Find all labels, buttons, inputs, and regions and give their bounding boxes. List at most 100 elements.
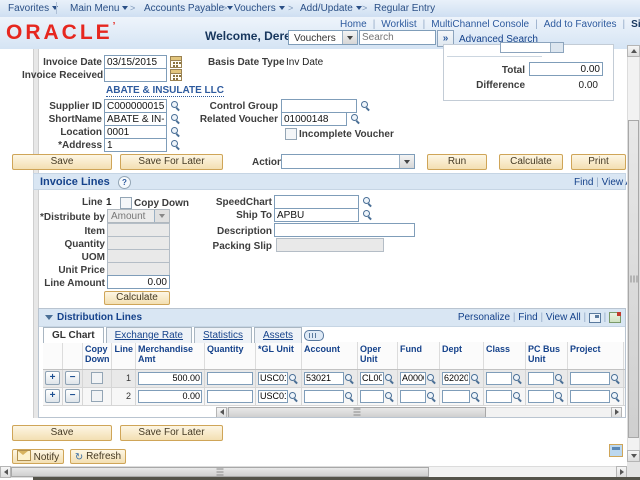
dept-input[interactable] (442, 390, 470, 403)
breadcrumb-vouchers[interactable]: Vouchers (234, 3, 285, 14)
fund-lookup-icon[interactable] (426, 391, 437, 402)
class-lookup-icon[interactable] (512, 373, 523, 384)
run-button[interactable]: Run (427, 154, 487, 170)
pc-bus-unit-lookup-icon[interactable] (554, 373, 565, 384)
save-button-bottom[interactable]: Save (12, 425, 112, 441)
action-select[interactable] (281, 154, 415, 169)
breadcrumb-add-update[interactable]: Add/Update (300, 3, 362, 14)
supplier-id-input[interactable] (104, 99, 167, 113)
vertical-scrollbar-thumb[interactable] (628, 120, 639, 438)
grid-scroll-right-button[interactable] (611, 407, 622, 418)
grid-scrollbar-thumb[interactable] (228, 407, 486, 418)
delete-row-button[interactable]: − (65, 389, 80, 403)
scroll-down-button[interactable] (627, 450, 640, 462)
tab-assets[interactable]: Assets (254, 327, 302, 343)
related-voucher-input[interactable] (281, 112, 347, 126)
shortname-input[interactable] (104, 112, 167, 126)
class-lookup-icon[interactable] (512, 391, 523, 402)
search-input[interactable] (359, 30, 436, 45)
print-button[interactable]: Print (571, 154, 626, 170)
gl-unit-lookup-icon[interactable] (288, 391, 299, 402)
collapse-section-icon[interactable] (45, 315, 53, 320)
account-lookup-icon[interactable] (344, 391, 355, 402)
add-row-button[interactable]: + (45, 389, 60, 403)
project-input[interactable] (570, 372, 610, 385)
pc-bus-unit-input[interactable] (528, 372, 554, 385)
control-group-lookup-icon[interactable] (360, 100, 371, 111)
fund-input[interactable] (400, 372, 426, 385)
breadcrumb-accounts-payable[interactable]: Accounts Payable (144, 3, 233, 14)
invoice-date-input[interactable] (104, 55, 167, 69)
save-for-later-button-bottom[interactable]: Save For Later (120, 425, 223, 441)
personalize-link[interactable]: Personalize (458, 312, 510, 323)
class-input[interactable] (486, 372, 512, 385)
account-input[interactable] (304, 372, 344, 385)
scroll-left-button[interactable] (0, 466, 11, 478)
gl-unit-input[interactable] (258, 390, 288, 403)
oper-unit-input[interactable] (360, 390, 384, 403)
ship-to-input[interactable] (274, 208, 359, 222)
calendar-icon[interactable] (170, 56, 182, 68)
description-input[interactable] (274, 223, 415, 237)
add-to-favorites-link[interactable]: Add to Favorites (544, 19, 617, 30)
calendar-icon[interactable] (170, 69, 182, 81)
account-input[interactable] (304, 390, 344, 403)
grid-scroll-left-button[interactable] (216, 407, 227, 418)
worklist-link[interactable]: Worklist (381, 19, 416, 30)
distribution-view-all-link[interactable]: View All (546, 312, 581, 323)
project-lookup-icon[interactable] (610, 391, 621, 402)
notify-button[interactable]: Notify (12, 449, 64, 464)
quantity-cell-input[interactable] (207, 390, 253, 403)
merchandise-amt-input[interactable] (138, 390, 202, 403)
calculate-button[interactable]: Calculate (499, 154, 563, 170)
download-grid-icon[interactable] (609, 312, 621, 323)
location-lookup-icon[interactable] (170, 126, 181, 137)
line-amount-input[interactable] (107, 275, 170, 289)
scroll-up-button[interactable] (627, 45, 640, 57)
dept-input[interactable] (442, 372, 470, 385)
multichannel-console-link[interactable]: MultiChannel Console (431, 19, 529, 30)
total-input[interactable] (529, 62, 603, 76)
home-link[interactable]: Home (340, 19, 367, 30)
merchandise-amt-input[interactable] (138, 372, 202, 385)
dept-lookup-icon[interactable] (470, 373, 481, 384)
account-lookup-icon[interactable] (344, 373, 355, 384)
new-window-icon[interactable] (609, 444, 623, 457)
class-input[interactable] (486, 390, 512, 403)
incomplete-voucher-checkbox[interactable] (285, 128, 297, 140)
oper-unit-input[interactable] (360, 372, 384, 385)
supplier-id-lookup-icon[interactable] (170, 100, 181, 111)
address-input[interactable] (104, 138, 167, 152)
fund-input[interactable] (400, 390, 426, 403)
distribution-find-link[interactable]: Find (518, 312, 537, 323)
dept-lookup-icon[interactable] (470, 391, 481, 402)
row-copy-down-checkbox[interactable] (91, 390, 103, 402)
gl-unit-lookup-icon[interactable] (288, 373, 299, 384)
supplier-name-link[interactable]: ABATE & INSULATE LLC (106, 85, 224, 97)
save-for-later-button[interactable]: Save For Later (120, 154, 223, 170)
show-tabs-icon[interactable] (304, 330, 324, 341)
favorites-menu[interactable]: Favorites (8, 3, 58, 14)
related-voucher-lookup-icon[interactable] (350, 113, 361, 124)
quantity-cell-input[interactable] (207, 372, 253, 385)
refresh-button[interactable]: Refresh (70, 449, 126, 464)
oper-unit-lookup-icon[interactable] (384, 391, 395, 402)
calculate-line-button[interactable]: Calculate (104, 291, 170, 305)
sign-out-link[interactable]: Sign out (631, 19, 640, 30)
copy-down-checkbox[interactable] (120, 197, 132, 209)
invoice-received-input[interactable] (104, 68, 167, 82)
project-input[interactable] (570, 390, 610, 403)
pc-bus-unit-input[interactable] (528, 390, 554, 403)
speedchart-lookup-icon[interactable] (362, 196, 373, 207)
shortname-lookup-icon[interactable] (170, 113, 181, 124)
invoice-lines-find-link[interactable]: Find (574, 177, 593, 188)
control-group-input[interactable] (281, 99, 357, 113)
location-input[interactable] (104, 125, 167, 139)
search-scope-select[interactable]: Vouchers (288, 30, 358, 45)
help-icon[interactable] (118, 176, 131, 189)
tab-statistics[interactable]: Statistics (194, 327, 252, 343)
pc-bus-unit-lookup-icon[interactable] (554, 391, 565, 402)
tab-exchange-rate[interactable]: Exchange Rate (106, 327, 192, 343)
gl-unit-input[interactable] (258, 372, 288, 385)
oper-unit-lookup-icon[interactable] (384, 373, 395, 384)
